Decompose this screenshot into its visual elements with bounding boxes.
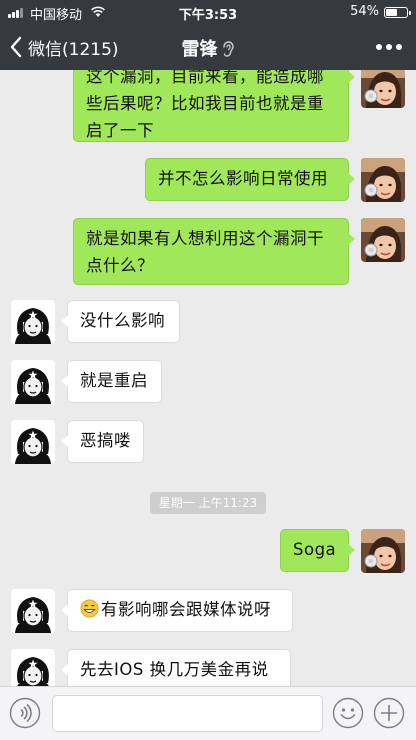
contact-avatar[interactable] (11, 360, 55, 404)
message-bubble-sent[interactable]: 就是如果有人想利用这个漏洞干点什么？ (73, 218, 355, 285)
ear-icon (222, 41, 234, 57)
message-bubble-received[interactable]: 恶搞喽 (61, 420, 144, 463)
message-bubble-received[interactable]: 有影响哪会跟媒体说呀 (61, 589, 293, 632)
message-input[interactable] (52, 695, 323, 732)
my-avatar[interactable] (361, 529, 405, 573)
plus-icon[interactable] (373, 697, 405, 729)
message-bubble-sent[interactable]: 并不怎么影响日常使用 (145, 158, 355, 201)
message-bubble-received[interactable]: 就是重启 (61, 360, 162, 403)
chat-title: 雷锋 (0, 35, 416, 61)
my-avatar[interactable] (361, 70, 405, 108)
message-bubble-received[interactable]: 没什么影响 (61, 300, 180, 343)
wechat-chat-screen: 中国移动 下午3:53 54% 微信(1215) 雷锋 这个漏洞，目前来看，能造… (0, 0, 416, 740)
contact-avatar[interactable] (11, 589, 55, 633)
grin-emoji-icon (80, 599, 99, 618)
battery-percent: 54% (350, 4, 379, 19)
contact-avatar[interactable] (11, 420, 55, 464)
more-dots-icon[interactable] (376, 44, 402, 50)
message-list[interactable]: 这个漏洞，目前来看，能造成哪些后果呢？比如我目前也就是重启了一下 并不怎么影响日… (0, 70, 416, 686)
message-timestamp: 星期一 上午11:23 (150, 492, 266, 514)
top-bar: 中国移动 下午3:53 54% 微信(1215) 雷锋 (0, 0, 416, 70)
chat-title-text: 雷锋 (181, 39, 218, 60)
navigation-bar: 微信(1215) 雷锋 (0, 24, 416, 70)
battery-icon (384, 7, 411, 18)
my-avatar[interactable] (361, 218, 405, 262)
battery-level-fill (386, 9, 397, 16)
contact-avatar[interactable] (11, 300, 55, 344)
status-bar: 中国移动 下午3:53 54% (0, 0, 416, 24)
input-bar (0, 686, 416, 740)
face-icon[interactable] (332, 697, 364, 729)
message-bubble-received[interactable]: 先去IOS 换几万美金再说 (61, 649, 291, 686)
message-text: 有影响哪会跟媒体说呀 (101, 600, 271, 619)
message-bubble-sent[interactable]: Soga (280, 529, 355, 572)
contact-avatar[interactable] (11, 649, 55, 686)
my-avatar[interactable] (361, 158, 405, 202)
voice-icon[interactable] (9, 697, 41, 729)
message-bubble-sent[interactable]: 这个漏洞，目前来看，能造成哪些后果呢？比如我目前也就是重启了一下 (73, 70, 355, 142)
